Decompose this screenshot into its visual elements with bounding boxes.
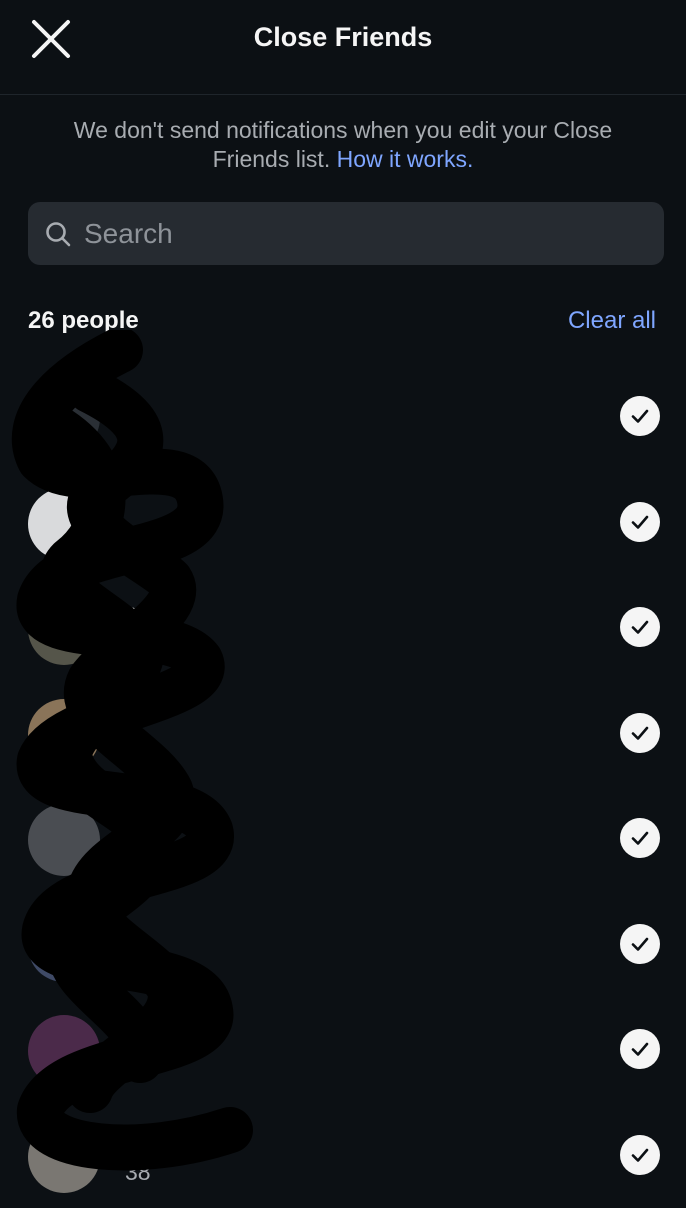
how-it-works-link[interactable]: How it works. xyxy=(337,146,474,172)
list-item[interactable]: 0.4 xyxy=(0,681,686,787)
friend-username: 5 xyxy=(125,526,138,554)
list-item[interactable]: @ 38 xyxy=(0,1103,686,1208)
friend-username: 38 xyxy=(125,1159,151,1187)
list-item[interactable]: c xyxy=(0,892,686,998)
checkmark-icon xyxy=(629,616,651,638)
friend-name: R xyxy=(125,1021,148,1049)
avatar xyxy=(28,593,100,665)
friend-username: 0.4 xyxy=(125,737,157,765)
avatar xyxy=(28,1015,100,1087)
friend-username: _oi xyxy=(125,631,156,659)
friend-name: حلا | A xyxy=(125,810,189,838)
selected-checkbox[interactable] xyxy=(620,818,660,858)
checkmark-icon xyxy=(629,511,651,533)
avatar xyxy=(28,382,100,454)
checkmark-icon xyxy=(629,1144,651,1166)
list-item[interactable]: R xv xyxy=(0,997,686,1103)
list-item[interactable]: 5 xyxy=(0,470,686,576)
friend-username xyxy=(125,948,138,976)
friend-name: c xyxy=(125,916,138,944)
top-bar: Close Friends xyxy=(0,0,686,95)
page-title: Close Friends xyxy=(0,22,686,53)
avatar xyxy=(28,910,100,982)
search-input[interactable] xyxy=(84,218,624,250)
checkmark-icon xyxy=(629,933,651,955)
checkmark-icon xyxy=(629,722,651,744)
avatar xyxy=(28,804,100,876)
search-bar[interactable] xyxy=(28,202,664,265)
selected-checkbox[interactable] xyxy=(620,1029,660,1069)
selected-checkbox[interactable] xyxy=(620,502,660,542)
checkmark-icon xyxy=(629,1038,651,1060)
friend-name: @ xyxy=(125,1127,151,1155)
list-item[interactable]: _ xyxy=(0,364,686,470)
selected-checkbox[interactable] xyxy=(620,924,660,964)
close-friends-list: _ 5 a _oi xyxy=(0,364,686,1208)
checkmark-icon xyxy=(629,827,651,849)
selected-checkbox[interactable] xyxy=(620,607,660,647)
friend-name xyxy=(125,388,138,416)
selected-checkbox[interactable] xyxy=(620,1135,660,1175)
search-icon xyxy=(44,220,72,248)
list-item[interactable]: حلا | A _y.n xyxy=(0,786,686,892)
avatar xyxy=(28,699,100,771)
friend-name xyxy=(125,494,138,522)
avatar xyxy=(28,488,100,560)
people-count: 26 people xyxy=(28,307,139,335)
checkmark-icon xyxy=(629,405,651,427)
notice-text: We don't send notifications when you edi… xyxy=(60,116,626,174)
list-item[interactable]: a _oi xyxy=(0,575,686,681)
friend-username: _y.n xyxy=(125,842,189,870)
selected-checkbox[interactable] xyxy=(620,713,660,753)
avatar xyxy=(28,1121,100,1193)
clear-all-button[interactable]: Clear all xyxy=(568,307,656,335)
friend-name xyxy=(125,705,157,733)
friend-username: _ xyxy=(125,420,138,448)
friend-name: a xyxy=(125,599,156,627)
selected-checkbox[interactable] xyxy=(620,396,660,436)
friend-username: xv xyxy=(125,1053,148,1081)
